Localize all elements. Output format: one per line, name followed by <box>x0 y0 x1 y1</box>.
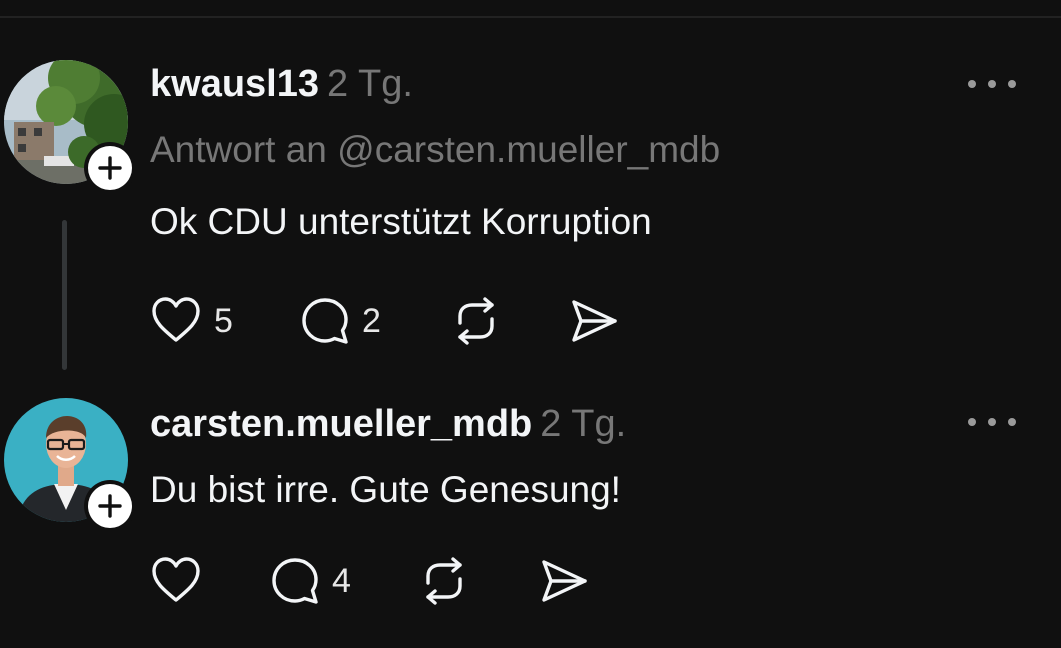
repost-button[interactable] <box>450 296 502 346</box>
reply-to-label[interactable]: Antwort an @carsten.mueller_mdb <box>150 128 720 172</box>
repost-button[interactable] <box>418 556 470 606</box>
username[interactable]: carsten.mueller_mdb <box>150 403 532 445</box>
more-icon <box>968 418 976 426</box>
top-divider <box>0 16 1061 18</box>
like-count: 5 <box>214 302 233 340</box>
post-header: kwausl13 2 Tg. <box>150 62 413 106</box>
post-text: Du bist irre. Gute Genesung! <box>150 469 621 510</box>
like-button[interactable] <box>150 556 214 606</box>
repost-icon <box>426 557 462 605</box>
reply-count: 4 <box>332 562 351 600</box>
like-button[interactable]: 5 <box>150 296 233 346</box>
thread-line <box>62 220 67 370</box>
timestamp[interactable]: 2 Tg. <box>327 63 413 105</box>
avatar-carsten-mueller-mdb[interactable] <box>4 398 136 532</box>
heart-icon <box>152 297 200 342</box>
username[interactable]: kwausl13 <box>150 63 319 105</box>
comment-icon <box>272 558 318 604</box>
more-icon <box>968 80 976 88</box>
more-button[interactable] <box>968 74 1016 94</box>
avatar-kwausl13[interactable] <box>4 60 136 194</box>
plus-icon <box>98 156 122 180</box>
reply-button[interactable]: 2 <box>300 296 381 346</box>
timestamp[interactable]: 2 Tg. <box>540 403 626 445</box>
send-icon <box>542 560 587 602</box>
send-icon <box>572 300 617 342</box>
comment-icon <box>302 298 348 344</box>
share-button[interactable] <box>568 296 620 346</box>
share-button[interactable] <box>538 556 590 606</box>
more-button[interactable] <box>968 412 1016 432</box>
heart-icon <box>152 557 200 602</box>
post-header: carsten.mueller_mdb 2 Tg. <box>150 402 626 446</box>
follow-button[interactable] <box>84 142 136 194</box>
plus-icon <box>98 494 122 518</box>
follow-button[interactable] <box>84 480 136 532</box>
post-text: Ok CDU unterstützt Korruption <box>150 201 652 242</box>
reply-button[interactable]: 4 <box>270 556 351 606</box>
repost-icon <box>458 297 494 345</box>
reply-count: 2 <box>362 302 381 340</box>
